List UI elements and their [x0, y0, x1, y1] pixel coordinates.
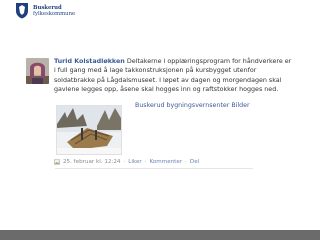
comment-link[interactable]: Kommenter [149, 159, 182, 165]
divider [55, 168, 253, 169]
separator: · [123, 159, 126, 165]
feed-post: Turid Kolstadløkken Deltakerne i opplæri… [26, 54, 294, 170]
share-link[interactable]: Del [190, 159, 199, 165]
photo-icon [54, 159, 60, 165]
avatar-photo [26, 58, 49, 84]
attachment-thumbnail[interactable] [56, 105, 122, 155]
post-meta: 25. februar kl. 12:24 · Liker · Kommente… [54, 159, 199, 165]
avatar[interactable] [26, 58, 49, 84]
buskerud-logo[interactable]: Buskerud fylkeskommune [15, 2, 75, 19]
logo-text: Buskerud fylkeskommune [33, 5, 75, 17]
logo-line2: fylkeskommune [33, 10, 76, 17]
author-name[interactable]: Turid Kolstadløkken [54, 58, 125, 65]
like-link[interactable]: Liker [128, 159, 141, 165]
coat-of-arms-icon [16, 3, 28, 19]
timestamp[interactable]: 25. februar kl. 12:24 [63, 159, 120, 165]
photo-image [57, 106, 121, 154]
header: Buskerud fylkeskommune [0, 0, 320, 22]
attachment-title[interactable]: Buskerud bygningsvernsenter Bilder [135, 102, 250, 109]
attachment[interactable]: Buskerud bygningsvernsenter Bilder [56, 102, 278, 156]
post-body: Turid Kolstadløkken Deltakerne i opplæri… [54, 57, 294, 94]
separator: · [144, 159, 147, 165]
separator: · [185, 159, 187, 165]
footer-bar [0, 230, 320, 240]
